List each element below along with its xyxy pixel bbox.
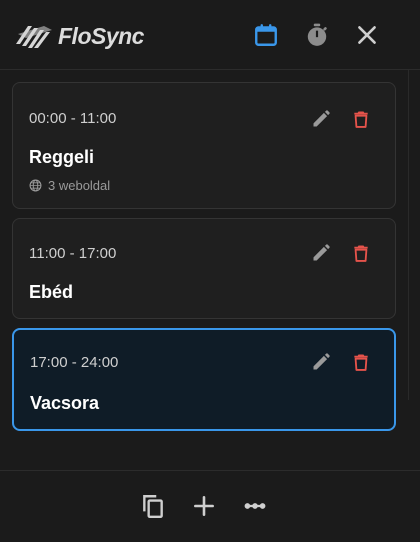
app-name: FloSync — [58, 22, 144, 49]
trash-icon — [354, 354, 368, 371]
time-range: 17:00 - 24:00 — [30, 354, 119, 371]
add-button[interactable] — [189, 491, 219, 521]
schedule-title: Reggeli — [29, 147, 95, 167]
pencil-icon — [313, 110, 330, 127]
trash-icon — [354, 111, 368, 128]
close-icon — [358, 26, 376, 44]
timer-button[interactable] — [303, 21, 331, 49]
more-icon — [244, 503, 266, 509]
footer-toolbar — [0, 470, 420, 542]
pencil-icon — [313, 244, 330, 261]
globe-icon — [29, 179, 42, 192]
app-logo: FloSync — [14, 16, 144, 56]
schedule-title: Vacsora — [30, 393, 100, 413]
time-range: 00:00 - 11:00 — [29, 110, 117, 127]
close-button[interactable] — [353, 21, 381, 49]
plus-icon — [194, 496, 214, 516]
delete-button[interactable] — [349, 107, 373, 131]
calendar-button[interactable] — [252, 21, 280, 49]
calendar-icon — [255, 24, 277, 46]
trash-icon — [354, 245, 368, 262]
schedule-title: Ebéd — [29, 282, 74, 302]
delete-button[interactable] — [349, 350, 373, 374]
timer-icon — [307, 23, 327, 46]
pencil-icon — [313, 353, 330, 370]
schedule-card-vacsora[interactable]: 17:00 - 24:00 Vacsora — [12, 328, 396, 431]
website-count-label: 3 weboldal — [48, 178, 111, 193]
schedule-card-reggeli[interactable]: 00:00 - 11:00 Reggeli 3 weboldal — [12, 82, 396, 209]
website-count: 3 weboldal — [29, 178, 110, 193]
edit-button[interactable] — [309, 107, 333, 131]
scrollbar-track[interactable] — [408, 70, 420, 400]
edit-button[interactable] — [309, 350, 333, 374]
time-range: 11:00 - 17:00 — [29, 245, 117, 262]
duplicate-button[interactable] — [138, 491, 168, 521]
flosync-logo-icon — [16, 26, 52, 48]
delete-button[interactable] — [349, 241, 373, 265]
schedule-list: 00:00 - 11:00 Reggeli 3 weboldal 11:00 -… — [12, 82, 396, 440]
more-button[interactable] — [240, 491, 270, 521]
edit-button[interactable] — [309, 241, 333, 265]
copy-icon — [143, 495, 163, 519]
schedule-card-ebed[interactable]: 11:00 - 17:00 Ebéd — [12, 218, 396, 319]
header: FloSync — [0, 0, 420, 70]
